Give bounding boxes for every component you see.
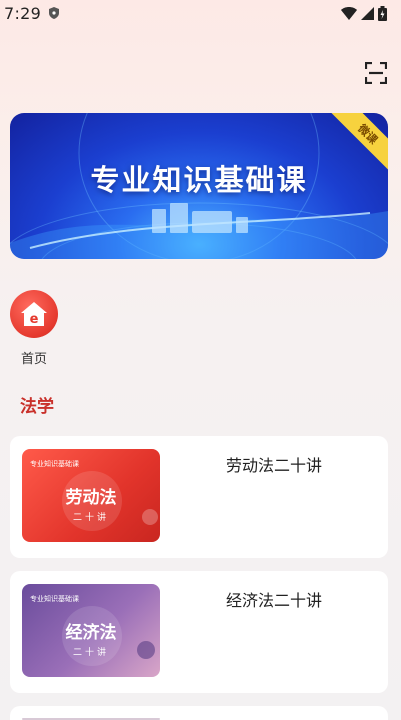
home-e-icon: e (21, 302, 47, 327)
thumbnail-subtitle: 二十讲 (72, 648, 109, 658)
status-right (341, 5, 387, 21)
course-title: 劳动法二十讲 (226, 456, 323, 475)
svg-text:e: e (30, 312, 39, 327)
course-card[interactable] (10, 706, 388, 720)
home-entry[interactable]: e 首页 (10, 290, 58, 367)
status-bar: 7:29 (0, 0, 401, 26)
thumbnail-title: 劳动法 (65, 488, 117, 508)
course-card[interactable]: 专业知识基础课 经济法 二十讲 经济法二十讲 (10, 571, 388, 693)
course-thumbnail: 专业知识基础课 经济法 二十讲 (22, 584, 160, 677)
course-card[interactable]: 专业知识基础课 劳动法 二十讲 劳动法二十讲 (10, 436, 388, 558)
status-left: 7:29 (4, 3, 60, 23)
course-banner[interactable]: 专业知识基础课 微课 (10, 113, 388, 259)
thumbnail-subtitle: 二十讲 (72, 513, 109, 523)
banner-title: 专业知识基础课 (90, 163, 308, 197)
thumbnail-series-label: 专业知识基础课 (30, 460, 79, 468)
home-icon: e (10, 290, 58, 338)
thumbnail-title: 经济法 (65, 623, 117, 643)
scan-icon[interactable] (365, 62, 387, 84)
wifi-icon (341, 7, 357, 20)
battery-icon (378, 5, 387, 21)
status-time: 7:29 (4, 3, 42, 23)
thumbnail-series-label: 专业知识基础课 (30, 595, 79, 603)
course-title: 经济法二十讲 (226, 591, 323, 610)
course-thumbnail: 专业知识基础课 劳动法 二十讲 (22, 449, 160, 542)
home-label: 首页 (20, 352, 47, 367)
shield-icon (49, 7, 60, 19)
section-title: 法学 (20, 397, 54, 417)
cellular-signal-icon (361, 6, 374, 20)
